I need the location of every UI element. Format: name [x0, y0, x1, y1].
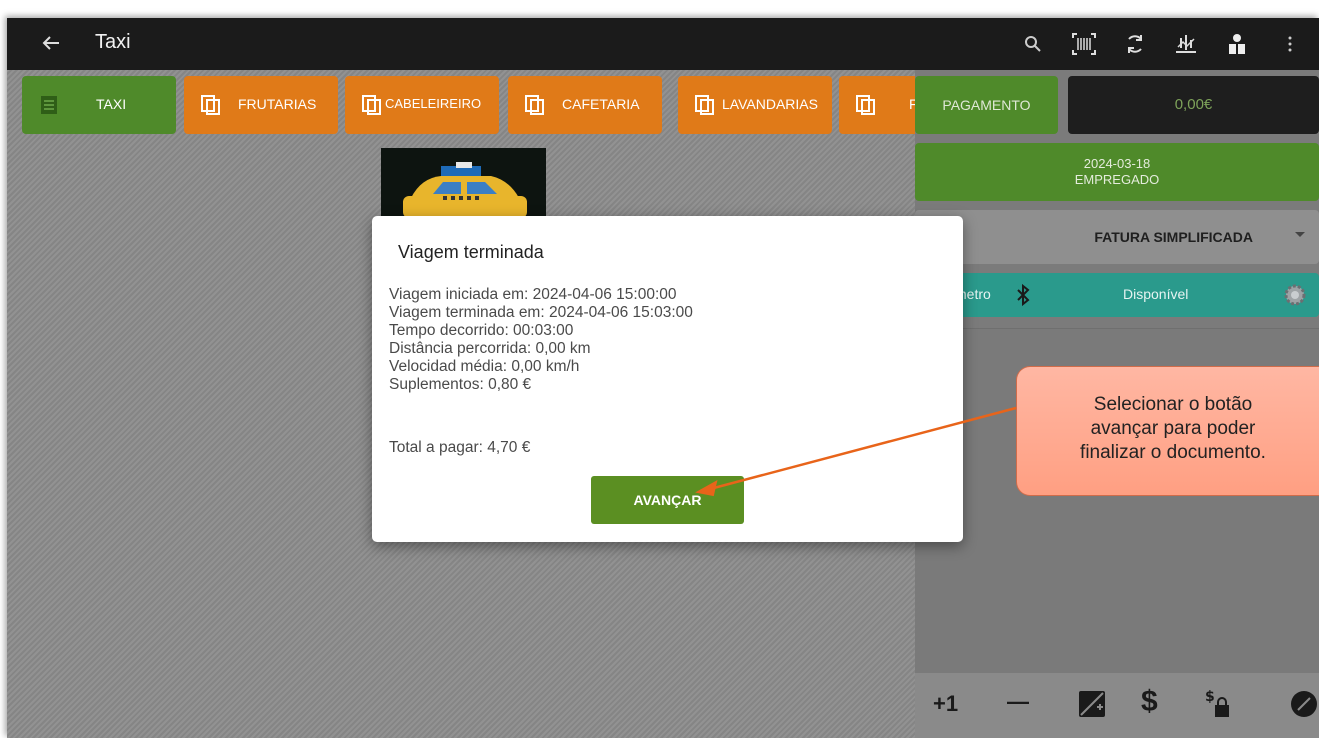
- category-label: LAVANDARIAS: [722, 96, 818, 112]
- document-type-select[interactable]: FATURA SIMPLIFICADA: [915, 210, 1319, 264]
- user-icon[interactable]: [1223, 30, 1251, 58]
- svg-text:$: $: [1205, 689, 1215, 705]
- copy-icon: [525, 95, 544, 115]
- minus-button[interactable]: —: [1007, 689, 1029, 725]
- employee-date-button[interactable]: 2024-03-18 EMPREGADO: [915, 143, 1319, 201]
- search-icon[interactable]: [1019, 30, 1047, 58]
- category-label: FRUTARIAS: [238, 96, 317, 112]
- document-type-value: FATURA SIMPLIFICADA: [1094, 229, 1253, 245]
- plus-one-button[interactable]: +1: [933, 691, 958, 727]
- bottom-toolbar: +1 — $ $: [915, 673, 1319, 738]
- taxi-product-image[interactable]: [381, 148, 546, 218]
- gear-icon[interactable]: [1281, 281, 1309, 309]
- copy-icon: [856, 95, 875, 115]
- page-title: Taxi: [95, 31, 131, 53]
- dollar-button[interactable]: $: [1141, 685, 1158, 721]
- category-label: CABELEIREIRO: [385, 96, 482, 111]
- copy-icon: [201, 95, 220, 115]
- copy-icon: [362, 95, 381, 115]
- category-lavandarias[interactable]: LAVANDARIAS: [678, 76, 832, 134]
- copy-icon: [695, 95, 714, 115]
- list-icon: [41, 96, 57, 114]
- session-date: 2024-03-18: [1083, 156, 1151, 171]
- callout-line: Selecionar o botão: [1093, 394, 1253, 415]
- chevron-down-icon: [1295, 232, 1305, 237]
- back-arrow-icon[interactable]: [37, 29, 65, 57]
- trip-summary: Viagem iniciada em: 2024-04-06 15:00:00 …: [389, 286, 693, 394]
- category-label: CAFETARIA: [562, 96, 640, 112]
- edit-price-icon[interactable]: [1075, 687, 1109, 723]
- taximeter-status: Disponível: [1123, 286, 1189, 302]
- trip-supplements: Suplementos: 0,80 €: [389, 376, 532, 393]
- sync-icon[interactable]: [1121, 30, 1149, 58]
- barcode-scan-icon[interactable]: [1070, 30, 1098, 58]
- trip-end: Viagem terminada em: 2024-04-06 15:03:00: [389, 304, 693, 321]
- callout-line: finalizar o documento.: [1080, 442, 1266, 463]
- callout-line: avançar para poder: [1090, 418, 1256, 439]
- taximeter-status-bar[interactable]: metro Disponível: [915, 273, 1319, 317]
- dialog-title: Viagem terminada: [398, 242, 544, 262]
- price-lock-icon[interactable]: $: [1203, 687, 1237, 723]
- employee-label: EMPREGADO: [1074, 172, 1160, 187]
- trip-elapsed: Tempo decorrido: 00:03:00: [389, 322, 574, 339]
- total-display: 0,00€: [1068, 76, 1319, 134]
- taxi-car-icon: [403, 162, 527, 218]
- trip-finished-dialog: Viagem terminada Viagem iniciada em: 202…: [372, 216, 963, 542]
- category-label: TAXI: [96, 96, 127, 112]
- discount-badge-icon[interactable]: [1287, 687, 1319, 723]
- trip-distance: Distância percorrida: 0,00 km: [389, 340, 591, 357]
- trip-start: Viagem iniciada em: 2024-04-06 15:00:00: [389, 286, 677, 303]
- instruction-callout: Selecionar o botão avançar para poder fi…: [1016, 366, 1319, 496]
- split-icon[interactable]: [1172, 30, 1200, 58]
- payment-button[interactable]: PAGAMENTO: [915, 76, 1058, 134]
- category-taxi[interactable]: TAXI: [22, 76, 176, 134]
- more-vert-icon[interactable]: [1276, 30, 1304, 58]
- category-frutarias[interactable]: FRUTARIAS: [184, 76, 338, 134]
- advance-button[interactable]: AVANÇAR: [591, 476, 744, 524]
- app-bar: Taxi: [7, 18, 1319, 70]
- category-cafetaria[interactable]: CAFETARIA: [508, 76, 662, 134]
- trip-speed: Velocidad média: 0,00 km/h: [389, 358, 580, 375]
- category-cabeleireiro[interactable]: CABELEIREIRO: [345, 76, 499, 134]
- bluetooth-icon: [1017, 283, 1030, 307]
- trip-total: Total a pagar: 4,70 €: [389, 439, 531, 456]
- category-partial[interactable]: F: [839, 76, 915, 134]
